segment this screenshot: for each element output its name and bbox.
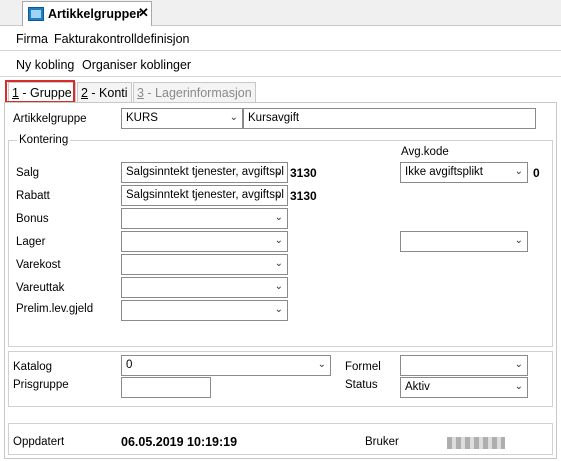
menu-item-fakturakontrolldefinisjon[interactable]: Fakturakontrolldefinisjon [54,32,190,46]
close-icon[interactable]: ✕ [138,5,149,21]
salg-avgkode-number: 0 [533,166,540,180]
tab-lagerinformasjon[interactable]: 3 - Lagerinformasjon [133,82,256,102]
artikkelgruppe-select[interactable]: KURS ⌄ [121,108,243,129]
artikkelgruppe-name-field[interactable]: Kursavgift [243,108,536,129]
rabatt-select[interactable]: Salgsinntekt tjenester, avgiftspl ⌄ [121,185,288,206]
artikkelgruppe-label: Artikkelgruppe [13,113,87,125]
chevron-down-icon: ⌄ [274,189,283,200]
rabatt-label: Rabatt [16,190,50,202]
chevron-down-icon: ⌄ [274,212,283,223]
varekost-select[interactable]: ⌄ [121,254,288,275]
table-icon [28,7,44,21]
vareuttak-select[interactable]: ⌄ [121,277,288,298]
formel-select[interactable]: ⌄ [400,355,528,376]
chevron-down-icon: ⌄ [514,359,523,370]
status-select[interactable]: Aktiv ⌄ [400,377,528,398]
section-tabs: 1 - Gruppe 2 - Konti 3 - Lagerinformasjo… [0,79,561,102]
chevron-down-icon: ⌄ [514,381,523,392]
formel-label: Formel [345,361,381,373]
document-tab-title: Artikkelgrupper [48,7,142,21]
menu-item-organiser-koblinger[interactable]: Organiser koblinger [82,58,191,72]
menu-item-ny-kobling[interactable]: Ny kobling [16,58,74,72]
lager-select[interactable]: ⌄ [121,231,288,252]
chevron-down-icon: ⌄ [274,304,283,315]
salg-label: Salg [16,167,40,179]
prelim-lev-gjeld-select[interactable]: ⌄ [121,300,288,321]
vareuttak-label: Vareuttak [16,282,65,294]
salg-account: 3130 [290,166,317,180]
chevron-down-icon: ⌄ [514,235,523,246]
kontering-title: Kontering [17,134,71,146]
chevron-down-icon: ⌄ [274,258,283,269]
prisgruppe-label: Prisgruppe [13,379,69,391]
user-label: Bruker [365,436,399,448]
bonus-select[interactable]: ⌄ [121,208,288,229]
document-tab-strip: Artikkelgrupper ✕ [0,0,561,26]
action-bar: Ny kobling Organiser koblinger [0,52,561,77]
content-panel: Artikkelgruppe KURS ⌄ Kursavgift Konteri… [4,102,557,459]
tab-konti[interactable]: 2 - Konti [77,82,132,102]
tab-highlight-box [5,80,75,103]
user-value-redacted [447,437,505,449]
document-tab[interactable]: Artikkelgrupper ✕ [22,1,152,26]
prelim-lev-gjeld-label: Prelim.lev.gjeld [16,303,94,315]
varekost-label: Varekost [16,259,61,271]
katalog-select[interactable]: 0 ⌄ [121,355,331,376]
chevron-down-icon: ⌄ [274,166,283,177]
chevron-down-icon: ⌄ [514,166,523,177]
lager-avgkode-select[interactable]: ⌄ [400,231,528,252]
salg-select[interactable]: Salgsinntekt tjenester, avgiftspl ⌄ [121,162,288,183]
prisgruppe-field[interactable] [121,377,211,398]
chevron-down-icon: ⌄ [317,359,326,370]
bonus-label: Bonus [16,213,49,225]
status-label: Status [345,379,378,391]
avgkode-header: Avg.kode [401,146,449,158]
menu-bar: Firma Fakturakontrolldefinisjon [0,26,561,51]
chevron-down-icon: ⌄ [274,281,283,292]
salg-avgkode-select[interactable]: Ikke avgiftsplikt ⌄ [400,162,528,183]
rabatt-account: 3130 [290,189,317,203]
chevron-down-icon: ⌄ [229,112,238,123]
menu-item-firma[interactable]: Firma [16,32,48,46]
katalog-label: Katalog [13,361,53,373]
updated-label: Oppdatert [13,436,65,448]
chevron-down-icon: ⌄ [274,235,283,246]
updated-value: 06.05.2019 10:19:19 [121,435,238,449]
lager-label: Lager [16,236,46,248]
